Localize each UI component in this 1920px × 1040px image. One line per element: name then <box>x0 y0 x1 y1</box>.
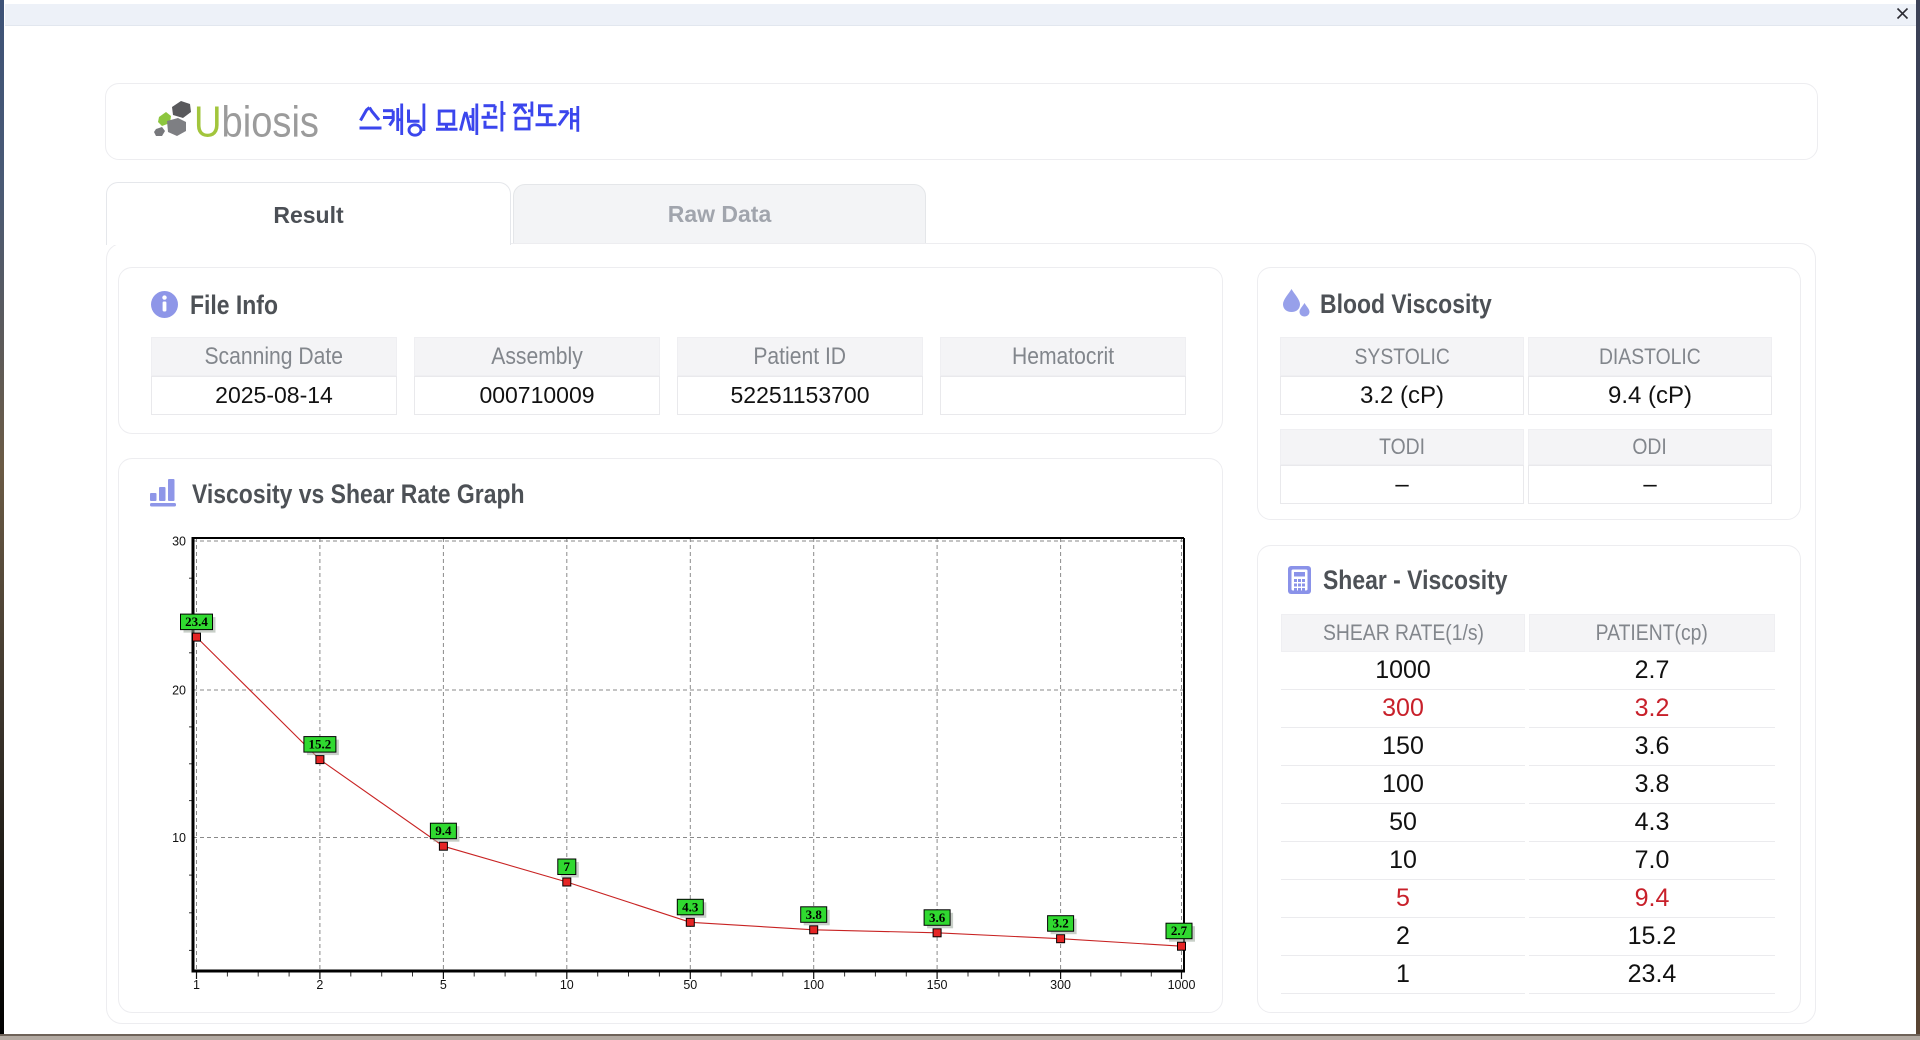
svg-text:30: 30 <box>172 535 186 549</box>
svg-text:20: 20 <box>172 684 186 698</box>
svg-text:7: 7 <box>564 859 571 874</box>
svg-text:10: 10 <box>560 978 574 992</box>
svg-text:1: 1 <box>193 978 200 992</box>
svg-text:100: 100 <box>803 978 824 992</box>
svg-text:23.4: 23.4 <box>185 614 208 629</box>
svg-text:10: 10 <box>172 831 186 845</box>
svg-text:9.4: 9.4 <box>435 823 452 838</box>
svg-text:50: 50 <box>683 978 697 992</box>
svg-text:5: 5 <box>440 978 447 992</box>
svg-text:3.2: 3.2 <box>1052 916 1068 931</box>
svg-text:2.7: 2.7 <box>1171 923 1188 938</box>
svg-text:3.8: 3.8 <box>806 907 823 922</box>
svg-text:4.3: 4.3 <box>682 899 699 914</box>
svg-text:15.2: 15.2 <box>309 737 332 752</box>
svg-text:3.6: 3.6 <box>929 910 946 925</box>
svg-text:300: 300 <box>1050 978 1071 992</box>
svg-text:2: 2 <box>316 978 323 992</box>
svg-text:150: 150 <box>927 978 948 992</box>
svg-text:1000: 1000 <box>1168 978 1196 992</box>
